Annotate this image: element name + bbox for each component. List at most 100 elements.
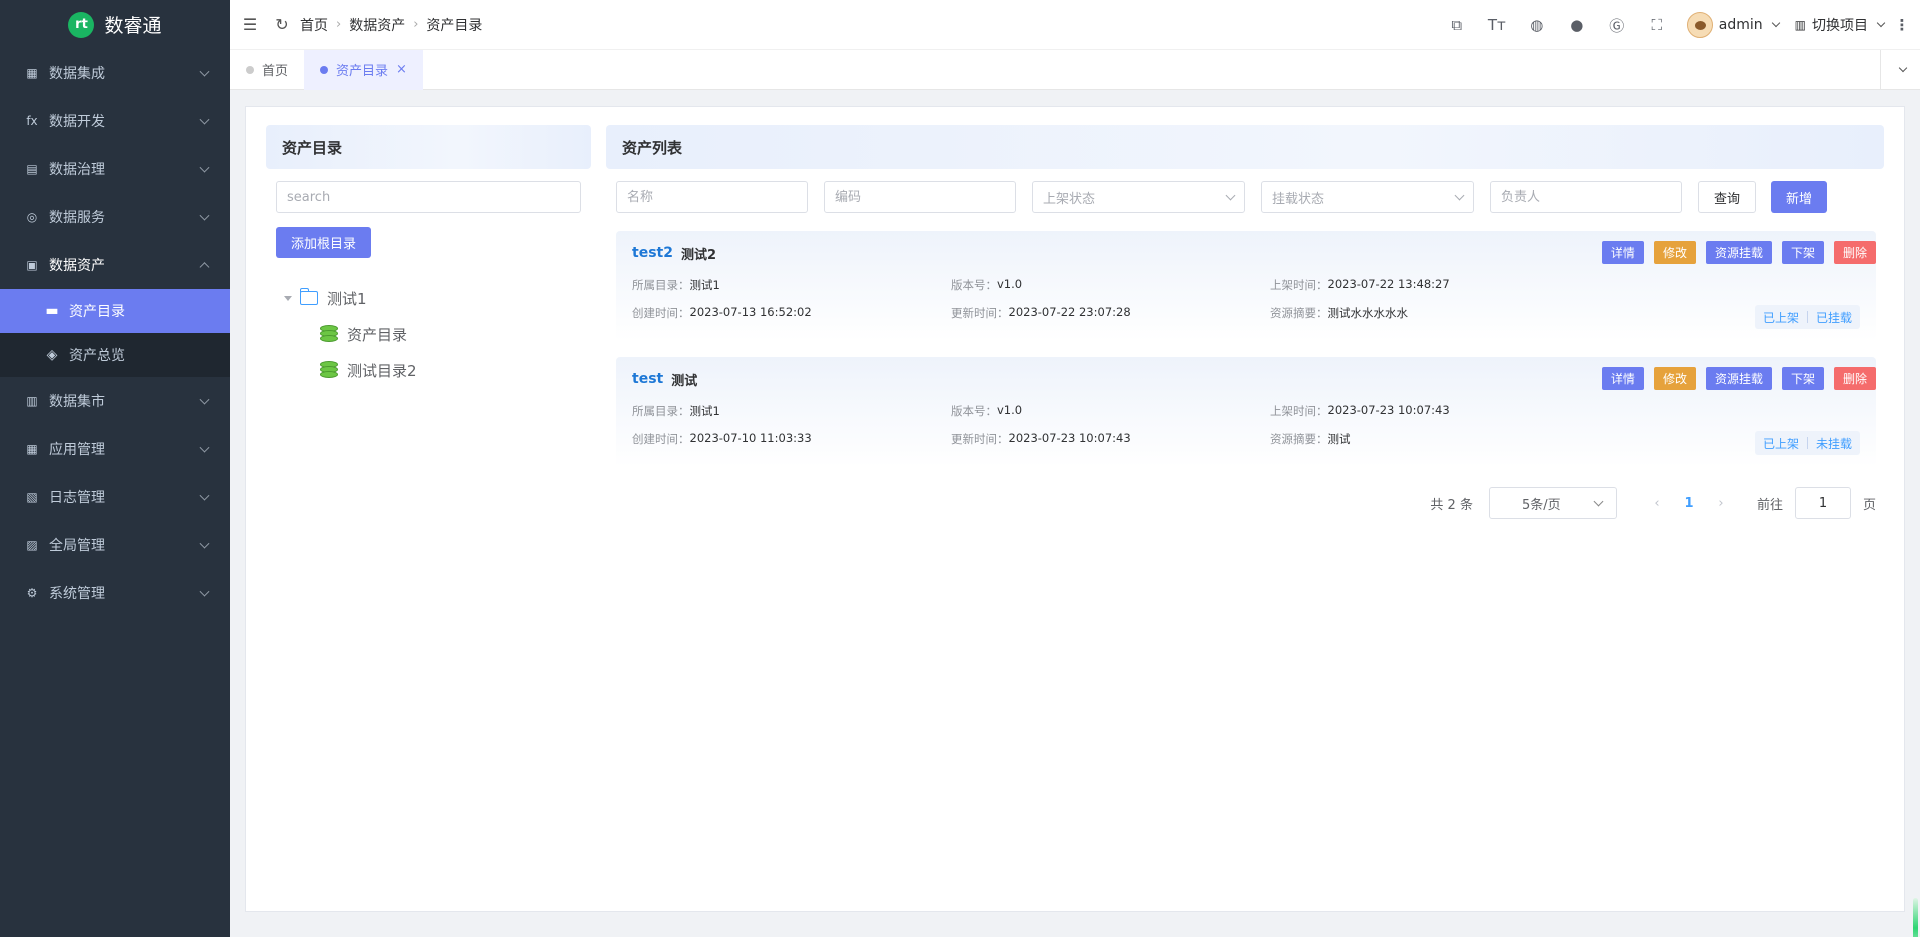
sidebar-item-label: 全局管理 <box>49 538 105 554</box>
tab-dot-icon <box>246 65 254 74</box>
shelf-status-select[interactable]: 上架状态 <box>1032 181 1245 213</box>
asset-code[interactable]: test <box>632 371 663 387</box>
detail-button[interactable]: 详情 <box>1601 241 1644 264</box>
goto-label: 前往 <box>1756 497 1783 513</box>
close-icon[interactable]: × <box>396 62 407 77</box>
mount-resource-button[interactable]: 资源挂载 <box>1705 367 1772 390</box>
created-label: 创建时间： <box>632 432 690 446</box>
sidebar-item[interactable]: ◎ 数据服务 <box>0 193 230 241</box>
hamburger-icon[interactable]: ☰ <box>230 0 270 50</box>
shelf-status-tag: 已上架 <box>1762 436 1799 451</box>
sidebar-subitem-label: 资产总览 <box>69 348 125 364</box>
refresh-icon[interactable]: ↻ <box>270 0 294 50</box>
mount-resource-button[interactable]: 资源挂载 <box>1705 241 1772 264</box>
offshelf-button[interactable]: 下架 <box>1781 241 1824 264</box>
asset-page-panel: 资产目录 添加根目录 测试1 资产目录 <box>245 106 1905 912</box>
breadcrumb-current: 资产目录 <box>426 17 483 34</box>
add-root-catalog-button[interactable]: 添加根目录 <box>276 227 372 258</box>
summary-label: 资源摘要： <box>1270 306 1328 320</box>
version-value: v1.0 <box>997 277 1023 291</box>
tree-node-child[interactable]: 测试目录2 <box>284 352 591 388</box>
scroll-indicator[interactable] <box>1913 898 1918 937</box>
github-icon[interactable]: ● <box>1557 0 1597 50</box>
status-badge: 已上架 未挂载 <box>1754 431 1860 455</box>
sidebar-subitem[interactable]: ▬ 资产目录 <box>0 289 230 333</box>
user-menu[interactable]: admin <box>1686 12 1780 38</box>
next-page-icon[interactable]: › <box>1709 496 1733 511</box>
version-label: 版本号： <box>951 278 997 292</box>
gitee-icon[interactable]: Ⓖ <box>1597 0 1637 50</box>
pagination: 共 2 条 5条/页 ‹ 1 › 前往 页 <box>606 487 1876 519</box>
tab-home[interactable]: 首页 <box>230 50 304 90</box>
asset-code[interactable]: test2 <box>632 245 673 261</box>
catalog-label: 所属目录： <box>632 404 690 418</box>
catalog-icon: ▬ <box>45 303 59 319</box>
sidebar-item-label: 数据集成 <box>49 66 105 82</box>
caret-down-icon[interactable] <box>284 295 292 301</box>
username: admin <box>1718 17 1763 33</box>
mount-status-select[interactable]: 挂载状态 <box>1261 181 1474 213</box>
page-size-select[interactable]: 5条/页 <box>1488 487 1617 519</box>
fullscreen-icon[interactable]: ⛶ <box>1637 0 1677 50</box>
sidebar-item[interactable]: ▤ 数据治理 <box>0 145 230 193</box>
goto-page-input[interactable] <box>1794 487 1851 519</box>
owner-filter-input[interactable] <box>1490 181 1682 213</box>
total-count: 共 2 条 <box>1430 497 1473 513</box>
sidebar-item-label: 应用管理 <box>49 442 105 458</box>
catalog-value: 测试1 <box>689 278 720 292</box>
tree-node-label: 测试1 <box>327 289 367 308</box>
tabs-dropdown[interactable] <box>1880 50 1920 90</box>
chevron-down-icon <box>199 442 210 453</box>
breadcrumb-data-asset[interactable]: 数据资产 <box>349 15 405 35</box>
delete-button[interactable]: 删除 <box>1833 241 1876 264</box>
tree-node-root[interactable]: 测试1 <box>284 280 591 316</box>
chevron-down-icon <box>1771 18 1780 28</box>
query-button[interactable]: 查询 <box>1698 181 1757 213</box>
sidebar-item-label: 日志管理 <box>49 490 105 506</box>
sidebar-item[interactable]: ▧ 日志管理 <box>0 473 230 521</box>
font-size-icon[interactable]: Tт <box>1477 0 1517 50</box>
globe-icon[interactable]: ◍ <box>1517 0 1557 50</box>
status-badge: 已上架 已挂载 <box>1754 305 1860 329</box>
updated-label: 更新时间： <box>951 432 1009 446</box>
project-switch[interactable]: ▥ 切换项目 <box>1795 15 1886 35</box>
tab-asset-catalog[interactable]: 资产目录 × <box>304 49 423 90</box>
sidebar-item[interactable]: ▨ 全局管理 <box>0 521 230 569</box>
sidebar-subitem-label: 资产目录 <box>69 304 125 320</box>
code-filter-input[interactable] <box>824 181 1016 213</box>
detail-button[interactable]: 详情 <box>1601 367 1644 390</box>
shelf-time-value: 2023-07-23 10:07:43 <box>1327 403 1450 417</box>
page-number[interactable]: 1 <box>1677 496 1701 511</box>
chevron-down-icon <box>199 114 210 125</box>
breadcrumb-home[interactable]: 首页 <box>300 15 328 35</box>
prev-page-icon[interactable]: ‹ <box>1645 496 1669 511</box>
more-vertical-icon[interactable]: ⋮ <box>1884 0 1920 50</box>
shelf-time-label: 上架时间： <box>1270 278 1328 292</box>
sidebar-item[interactable]: ⚙ 系统管理 <box>0 569 230 617</box>
chevron-down-icon <box>1454 190 1465 200</box>
sidebar-item[interactable]: ▦ 数据集成 <box>0 49 230 97</box>
catalog-value: 测试1 <box>689 404 720 418</box>
name-filter-input[interactable] <box>616 181 808 213</box>
sidebar-item[interactable]: fx 数据开发 <box>0 97 230 145</box>
breadcrumb-separator-icon: › <box>336 17 342 32</box>
edit-button[interactable]: 修改 <box>1653 241 1696 264</box>
summary-value: 测试 <box>1327 432 1351 446</box>
app-logo[interactable]: rt 数睿通 <box>0 0 230 49</box>
sidebar-item[interactable]: ▦ 应用管理 <box>0 425 230 473</box>
sidebar-item[interactable]: ▣ 数据资产 <box>0 241 230 289</box>
sidebar-item[interactable]: ▥ 数据集市 <box>0 377 230 425</box>
shelf-status-tag: 已上架 <box>1762 310 1799 325</box>
chevron-down-icon <box>199 538 210 549</box>
sidebar-subitem[interactable]: ◈ 资产总览 <box>0 333 230 377</box>
catalog-search-input[interactable] <box>276 181 581 213</box>
image-translate-icon[interactable]: ⧉ <box>1437 0 1477 50</box>
sidebar-item-label: 数据服务 <box>49 210 105 226</box>
updated-value: 2023-07-23 10:07:43 <box>1008 431 1131 445</box>
tree-node-child[interactable]: 资产目录 <box>284 316 591 352</box>
offshelf-button[interactable]: 下架 <box>1781 367 1824 390</box>
edit-button[interactable]: 修改 <box>1653 367 1696 390</box>
add-asset-button[interactable]: 新增 <box>1771 181 1828 213</box>
page-size-value: 5条/页 <box>1521 497 1561 513</box>
delete-button[interactable]: 删除 <box>1833 367 1876 390</box>
